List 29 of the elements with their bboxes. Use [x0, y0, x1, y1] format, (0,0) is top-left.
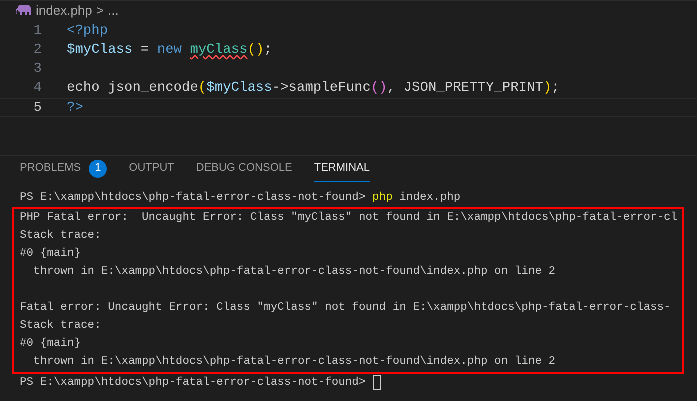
terminal-cursor: [372, 375, 381, 390]
code-line: <?php: [67, 22, 108, 40]
breadcrumb-more[interactable]: ...: [108, 1, 119, 20]
code-line: $myClass = new myClass();: [67, 42, 272, 60]
line-number: 1: [32, 22, 42, 40]
terminal-line: Stack trace:: [20, 228, 102, 244]
terminal-line: PS E:\xampp\htdocs\php-fatal-error-class-not-found>: [20, 376, 367, 390]
terminal-line: thrown in E:\xampp\htdocs\php-fatal-error-class-not-found\index.php on line 2: [32, 264, 557, 280]
terminal-line: Stack trace:: [20, 318, 102, 334]
panel-tab[interactable]: TERMINAL: [314, 156, 370, 182]
terminal-line: PS E:\xampp\htdocs\php-fatal-error-class-not-found> php index.php: [20, 190, 462, 206]
breadcrumb-file[interactable]: index.php: [36, 1, 92, 20]
terminal-line: #0 {main}: [20, 246, 82, 262]
code-line: echo json_encode($myClass->sampleFunc(), JSON_PRETTY_PRINT);: [67, 80, 560, 98]
line-number: 5: [32, 100, 42, 116]
code-line: ?>: [67, 100, 84, 116]
panel-tab[interactable]: DEBUG CONSOLE: [196, 156, 292, 182]
breadcrumb-separator: >: [96, 2, 104, 20]
panel-tab[interactable]: OUTPUT: [129, 156, 174, 182]
line-number: 4: [32, 80, 42, 98]
terminal-line: #0 {main}: [20, 336, 82, 352]
terminal-line: thrown in E:\xampp\htdocs\php-fatal-error-class-not-found\index.php on line 2: [32, 354, 557, 370]
line-number: 3: [32, 60, 42, 78]
terminal-line: PHP Fatal error: Uncaught Error: Class "myClass" not found in E:\xampp\htdocs\php-fatal-error-cl: [20, 210, 679, 226]
elephant-icon: [16, 5, 32, 16]
line-number: 2: [32, 42, 42, 60]
count-badge: 1: [89, 160, 108, 178]
terminal-line: Fatal error: Uncaught Error: Class "myClass" not found in E:\xampp\htdocs\php-fatal-error-class-: [20, 300, 672, 316]
panel-tab[interactable]: PROBLEMS 1: [20, 156, 108, 182]
